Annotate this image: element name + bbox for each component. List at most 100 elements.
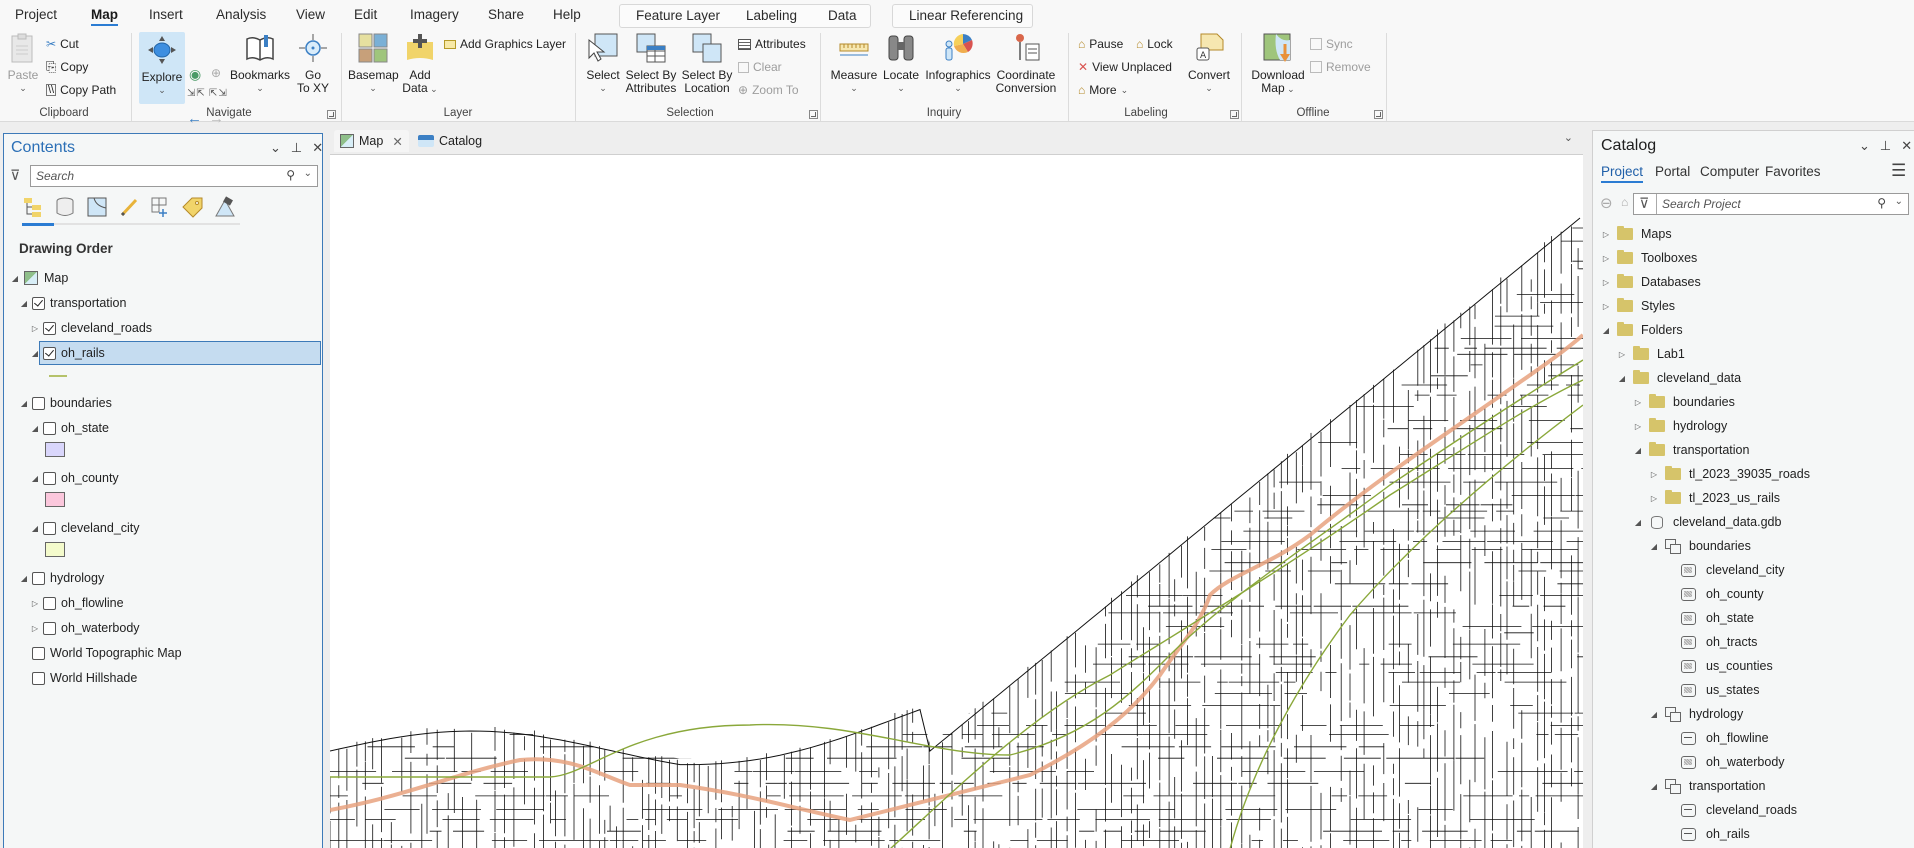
clear-selection-button[interactable]: Clear [738, 58, 782, 76]
view-unplaced-button[interactable]: ✕ View Unplaced [1078, 58, 1172, 76]
add-data-button[interactable]: Add Data ⌄ [402, 32, 438, 96]
doc-tab-map[interactable]: Map ✕ [334, 130, 409, 152]
visibility-checkbox[interactable] [32, 646, 45, 660]
list-by-drawing-order-icon[interactable] [22, 196, 44, 218]
catalog-item[interactable]: ◢ transportation [1633, 439, 1749, 461]
layer-row[interactable]: ◢ oh_county [30, 467, 119, 489]
collapse-triangle-icon[interactable]: ◢ [1649, 782, 1659, 791]
list-by-editing-icon[interactable] [118, 196, 140, 218]
filter-icon[interactable]: ⊽ [10, 167, 20, 184]
collapse-triangle-icon[interactable]: ◢ [1649, 710, 1659, 719]
tab-analysis[interactable]: Analysis [216, 7, 266, 22]
lock-labeling-button[interactable]: ⌂ Lock [1136, 35, 1173, 53]
oh-county-symbol-swatch[interactable] [45, 492, 65, 507]
visibility-checkbox[interactable] [43, 421, 56, 435]
add-graphics-layer-button[interactable]: Add Graphics Layer [444, 35, 566, 53]
catalog-item[interactable]: ▷ Maps [1601, 223, 1672, 245]
catalog-item[interactable]: oh_county [1665, 583, 1764, 605]
catalog-item[interactable]: ▷ Styles [1601, 295, 1675, 317]
sync-button[interactable]: Sync [1310, 35, 1353, 53]
catalog-item[interactable]: ▷ tl_2023_39035_roads [1649, 463, 1810, 485]
layer-row[interactable]: ◢ oh_state [30, 417, 109, 439]
collapse-triangle-icon[interactable]: ◢ [19, 574, 29, 583]
layer-row[interactable]: World Topographic Map [29, 642, 182, 664]
tab-map[interactable]: Map [91, 7, 118, 26]
visibility-checkbox[interactable] [43, 621, 56, 635]
visibility-checkbox[interactable] [43, 346, 56, 360]
tree-item-map[interactable]: ◢ Map [10, 267, 68, 289]
catalog-item[interactable]: oh_flowline [1665, 727, 1769, 749]
collapse-triangle-icon[interactable]: ◢ [1649, 542, 1659, 551]
rails-line-symbol[interactable] [49, 375, 67, 377]
bookmarks-button[interactable]: Bookmarks ⌄ [230, 32, 290, 95]
layer-row[interactable]: ◢ boundaries [19, 392, 112, 414]
expand-triangle-icon[interactable]: ▷ [1649, 494, 1659, 503]
cut-button[interactable]: ✂ Cut [46, 35, 79, 53]
tab-feature-layer[interactable]: Feature Layer [636, 8, 720, 23]
copy-button[interactable]: ⎘ Copy [46, 58, 88, 76]
paste-button[interactable]: Paste ⌄ [6, 32, 40, 95]
catalog-search-input[interactable]: ⊽ Search Project ⚲ ⌄ [1633, 193, 1909, 215]
catalog-item[interactable]: ▷ tl_2023_us_rails [1649, 487, 1780, 509]
zoom-to-selection-button[interactable]: ⊕ Zoom To [738, 81, 799, 99]
visibility-checkbox[interactable] [32, 571, 45, 585]
collapse-triangle-icon[interactable]: ◢ [1633, 446, 1643, 455]
catalog-menu-icon[interactable]: ☰ [1891, 161, 1906, 181]
expand-triangle-icon[interactable]: ▷ [30, 599, 40, 608]
expand-triangle-icon[interactable]: ▷ [1649, 470, 1659, 479]
tab-data[interactable]: Data [828, 8, 857, 23]
layer-row[interactable]: ▷ oh_flowline [30, 592, 124, 614]
oh-state-symbol-swatch[interactable] [45, 442, 65, 457]
collapse-triangle-icon[interactable]: ◢ [10, 274, 20, 283]
catalog-item[interactable]: us_states [1665, 679, 1760, 701]
collapse-triangle-icon[interactable]: ◢ [1633, 518, 1643, 527]
catalog-tab-project[interactable]: Project [1601, 164, 1644, 183]
layer-row-selected[interactable]: ◢ oh_rails [30, 342, 105, 364]
expand-triangle-icon[interactable]: ▷ [1601, 230, 1611, 239]
catalog-tab-computer[interactable]: Computer [1700, 164, 1759, 179]
fixed-zoom-in-icon[interactable]: ⇲⇱ [187, 88, 206, 99]
filter-icon[interactable]: ⊽ [1639, 195, 1649, 212]
collapse-triangle-icon[interactable]: ◢ [30, 524, 40, 533]
list-by-labeling-icon[interactable] [182, 196, 204, 218]
visibility-checkbox[interactable] [32, 671, 45, 685]
list-by-source-icon[interactable] [54, 196, 76, 218]
select-by-location-button[interactable]: Select By Location [681, 32, 733, 95]
go-to-xy-button[interactable]: Go To XY [294, 32, 332, 95]
expand-triangle-icon[interactable]: ▷ [1617, 350, 1627, 359]
catalog-item[interactable]: us_counties [1665, 655, 1773, 677]
copy-path-button[interactable]: \\ Copy Path [46, 81, 116, 99]
pane-options-chevron-icon[interactable]: ⌄ [270, 140, 281, 156]
layer-row[interactable]: ◢ hydrology [19, 567, 104, 589]
tab-insert[interactable]: Insert [149, 7, 183, 22]
visibility-checkbox[interactable] [32, 296, 45, 310]
infographics-button[interactable]: Infographics ⌄ [924, 32, 992, 95]
catalog-item[interactable]: ▷ hydrology [1633, 415, 1727, 437]
search-icon[interactable]: ⚲ [1877, 196, 1886, 210]
select-button[interactable]: Select ⌄ [584, 32, 622, 95]
catalog-tab-portal[interactable]: Portal [1655, 164, 1690, 179]
catalog-item[interactable]: ▷ Databases [1601, 271, 1701, 293]
labeling-launcher-icon[interactable] [1230, 110, 1239, 119]
visibility-checkbox[interactable] [43, 521, 56, 535]
catalog-item[interactable]: ◢ boundaries [1649, 535, 1751, 557]
catalog-item[interactable]: ◢ transportation [1649, 775, 1765, 797]
collapse-triangle-icon[interactable]: ◢ [1601, 326, 1611, 335]
pause-labeling-button[interactable]: ⌂ Pause [1078, 35, 1123, 53]
visibility-checkbox[interactable] [43, 596, 56, 610]
tab-labeling[interactable]: Labeling [746, 8, 797, 23]
expand-triangle-icon[interactable]: ▷ [1601, 278, 1611, 287]
layer-row[interactable]: World Hillshade [29, 667, 137, 689]
fixed-zoom-icon[interactable]: ⊕ [211, 66, 221, 80]
doc-tab-catalog[interactable]: Catalog [412, 130, 488, 152]
layer-row[interactable]: ◢ transportation [19, 292, 127, 314]
contents-search-input[interactable]: Search ⚲ ⌄ [30, 165, 318, 187]
catalog-item[interactable]: ◢ Folders [1601, 319, 1683, 341]
basemap-button[interactable]: Basemap ⌄ [348, 32, 399, 95]
tab-edit[interactable]: Edit [354, 7, 377, 22]
list-by-perspective-imagery-icon[interactable] [214, 196, 236, 218]
list-by-snapping-icon[interactable] [150, 196, 172, 218]
tab-project[interactable]: Project [15, 7, 57, 22]
tab-view[interactable]: View [296, 7, 325, 22]
catalog-tab-favorites[interactable]: Favorites [1765, 164, 1821, 179]
